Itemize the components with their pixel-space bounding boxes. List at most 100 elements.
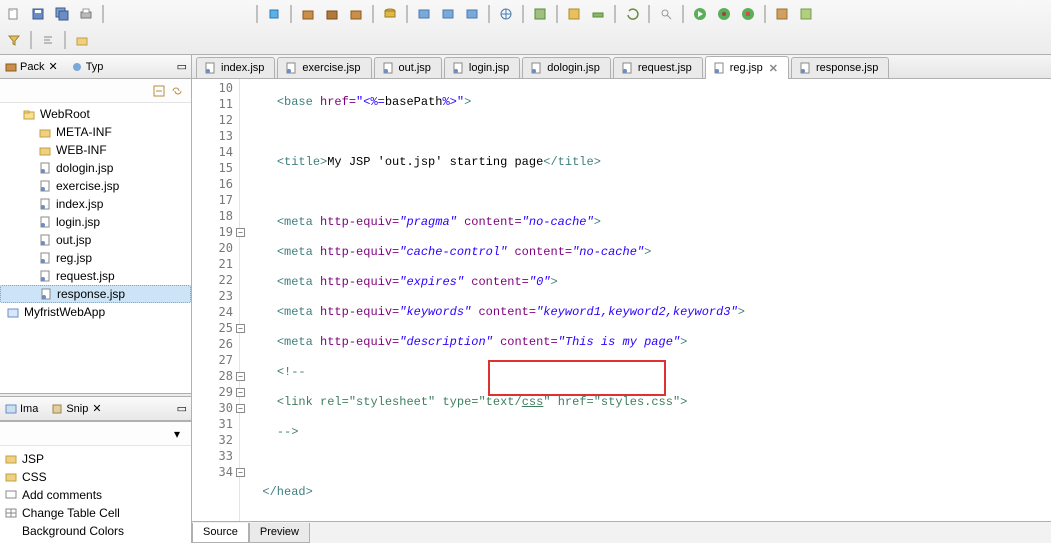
tree-folder-webinf[interactable]: WEB-INF: [0, 141, 191, 159]
save-icon[interactable]: [28, 4, 48, 24]
debug-icon[interactable]: [714, 4, 734, 24]
tree-file[interactable]: out.jsp: [0, 231, 191, 249]
pack-close-icon[interactable]: ✕: [48, 60, 57, 73]
jsp-file-icon: [38, 215, 52, 229]
tree-folder-metainf[interactable]: META-INF: [0, 123, 191, 141]
css-label: CSS: [22, 470, 47, 484]
run-icon[interactable]: [690, 4, 710, 24]
tab-reg-active[interactable]: reg.jsp✕: [705, 56, 789, 79]
folder-icon: [38, 125, 52, 139]
ext1-icon[interactable]: [772, 4, 792, 24]
main-area: Pack ✕ Typ ▭ WebRoot META-INF WEB-INF do…: [0, 55, 1051, 543]
project-label: MyfristWebApp: [24, 305, 105, 319]
new-dropdown-icon[interactable]: [4, 4, 24, 24]
tree-folder-webroot[interactable]: WebRoot: [0, 105, 191, 123]
tree-file[interactable]: dologin.jsp: [0, 159, 191, 177]
tree-file[interactable]: index.jsp: [0, 195, 191, 213]
webinf-label: WEB-INF: [56, 143, 107, 157]
folder-icon: [38, 143, 52, 157]
tab-dologin[interactable]: dologin.jsp: [522, 57, 611, 78]
file-label: exercise.jsp: [56, 179, 119, 193]
minimize2-icon[interactable]: ▭: [177, 402, 187, 415]
tree-project[interactable]: MyfristWebApp: [0, 303, 191, 321]
prop-css[interactable]: CSS: [2, 468, 189, 486]
tree-file[interactable]: exercise.jsp: [0, 177, 191, 195]
folder-icon[interactable]: [72, 30, 92, 50]
jsp-tab-icon: [284, 61, 298, 75]
jsp-file-icon: [38, 251, 52, 265]
print-icon[interactable]: [76, 4, 96, 24]
tab-login[interactable]: login.jsp: [444, 57, 520, 78]
tool2-icon[interactable]: [588, 4, 608, 24]
file-label: reg.jsp: [56, 251, 92, 265]
jsp-tab-icon: [451, 61, 465, 75]
jsp-prop-icon: [4, 452, 18, 466]
config-icon[interactable]: [530, 4, 550, 24]
browser-icon[interactable]: [496, 4, 516, 24]
toolbar-row-1: [4, 2, 1047, 26]
package-tree[interactable]: WebRoot META-INF WEB-INF dologin.jsp exe…: [0, 103, 191, 393]
project-icon: [6, 305, 20, 319]
code-body[interactable]: <base href="<%=basePath%>"> <title>My JS…: [240, 79, 1051, 521]
source-tab[interactable]: Source: [192, 523, 249, 543]
comment-icon: [4, 488, 18, 502]
tab-exercise[interactable]: exercise.jsp: [277, 57, 371, 78]
tab-out[interactable]: out.jsp: [374, 57, 442, 78]
ima-label: Ima: [20, 403, 38, 415]
css-prop-icon: [4, 470, 18, 484]
db-icon[interactable]: [380, 4, 400, 24]
folder-open-icon: [22, 107, 36, 121]
prop-jsp[interactable]: JSP: [2, 450, 189, 468]
package2-icon[interactable]: [322, 4, 342, 24]
jsp-tab-icon: [798, 61, 812, 75]
metainf-label: META-INF: [56, 125, 112, 139]
save-all-icon[interactable]: [52, 4, 72, 24]
editor-area: index.jsp exercise.jsp out.jsp login.jsp…: [192, 55, 1051, 543]
prop-changetc[interactable]: Change Table Cell: [2, 504, 189, 522]
ext2-icon[interactable]: [796, 4, 816, 24]
bgcolors-label: Background Colors: [22, 524, 124, 538]
jsp-file-icon: [38, 197, 52, 211]
deploy-icon[interactable]: [264, 4, 284, 24]
server2-icon[interactable]: [438, 4, 458, 24]
tool1-icon[interactable]: [564, 4, 584, 24]
stop-run-icon[interactable]: [738, 4, 758, 24]
package3-icon[interactable]: [346, 4, 366, 24]
search-icon[interactable]: [656, 4, 676, 24]
tab-index[interactable]: index.jsp: [196, 57, 275, 78]
file-label: request.jsp: [56, 269, 115, 283]
server1-icon[interactable]: [414, 4, 434, 24]
refresh-icon[interactable]: [622, 4, 642, 24]
prop-bgcolors[interactable]: Background Colors: [2, 522, 189, 540]
close-icon[interactable]: ✕: [769, 62, 778, 75]
tab-response[interactable]: response.jsp: [791, 57, 889, 78]
tree-file-selected[interactable]: response.jsp: [0, 285, 191, 303]
server3-icon[interactable]: [462, 4, 482, 24]
file-label: dologin.jsp: [56, 161, 113, 175]
tree-file[interactable]: request.jsp: [0, 267, 191, 285]
jsp-tab-icon: [620, 61, 634, 75]
jsp-tab-icon: [712, 61, 726, 75]
file-label: index.jsp: [56, 197, 103, 211]
prop-addcomments[interactable]: Add comments: [2, 486, 189, 504]
tree-file[interactable]: reg.jsp: [0, 249, 191, 267]
tab-request[interactable]: request.jsp: [613, 57, 703, 78]
link-editor-icon[interactable]: [169, 83, 185, 99]
minimize-icon[interactable]: ▭: [177, 60, 187, 73]
package-explorer-header: Pack ✕ Typ ▭: [0, 55, 191, 79]
prop-menu-icon[interactable]: ▾: [169, 426, 185, 442]
prop-toolbar: ▾: [0, 422, 191, 446]
jsp-file-icon: [38, 233, 52, 247]
prop-body[interactable]: JSP CSS Add comments Change Table Cell B…: [0, 446, 191, 543]
snip-close-icon[interactable]: ✕: [92, 402, 101, 415]
package-icon[interactable]: [298, 4, 318, 24]
file-label: response.jsp: [57, 287, 125, 301]
webroot-label: WebRoot: [40, 107, 90, 121]
collapse-all-icon[interactable]: [151, 83, 167, 99]
tree-file[interactable]: login.jsp: [0, 213, 191, 231]
jsp-file-icon: [39, 287, 53, 301]
filter-icon[interactable]: [4, 30, 24, 50]
align-icon[interactable]: [38, 30, 58, 50]
preview-tab[interactable]: Preview: [249, 523, 310, 543]
code-editor[interactable]: 101112131415161718 19− 2021222324 25− 26…: [192, 79, 1051, 521]
